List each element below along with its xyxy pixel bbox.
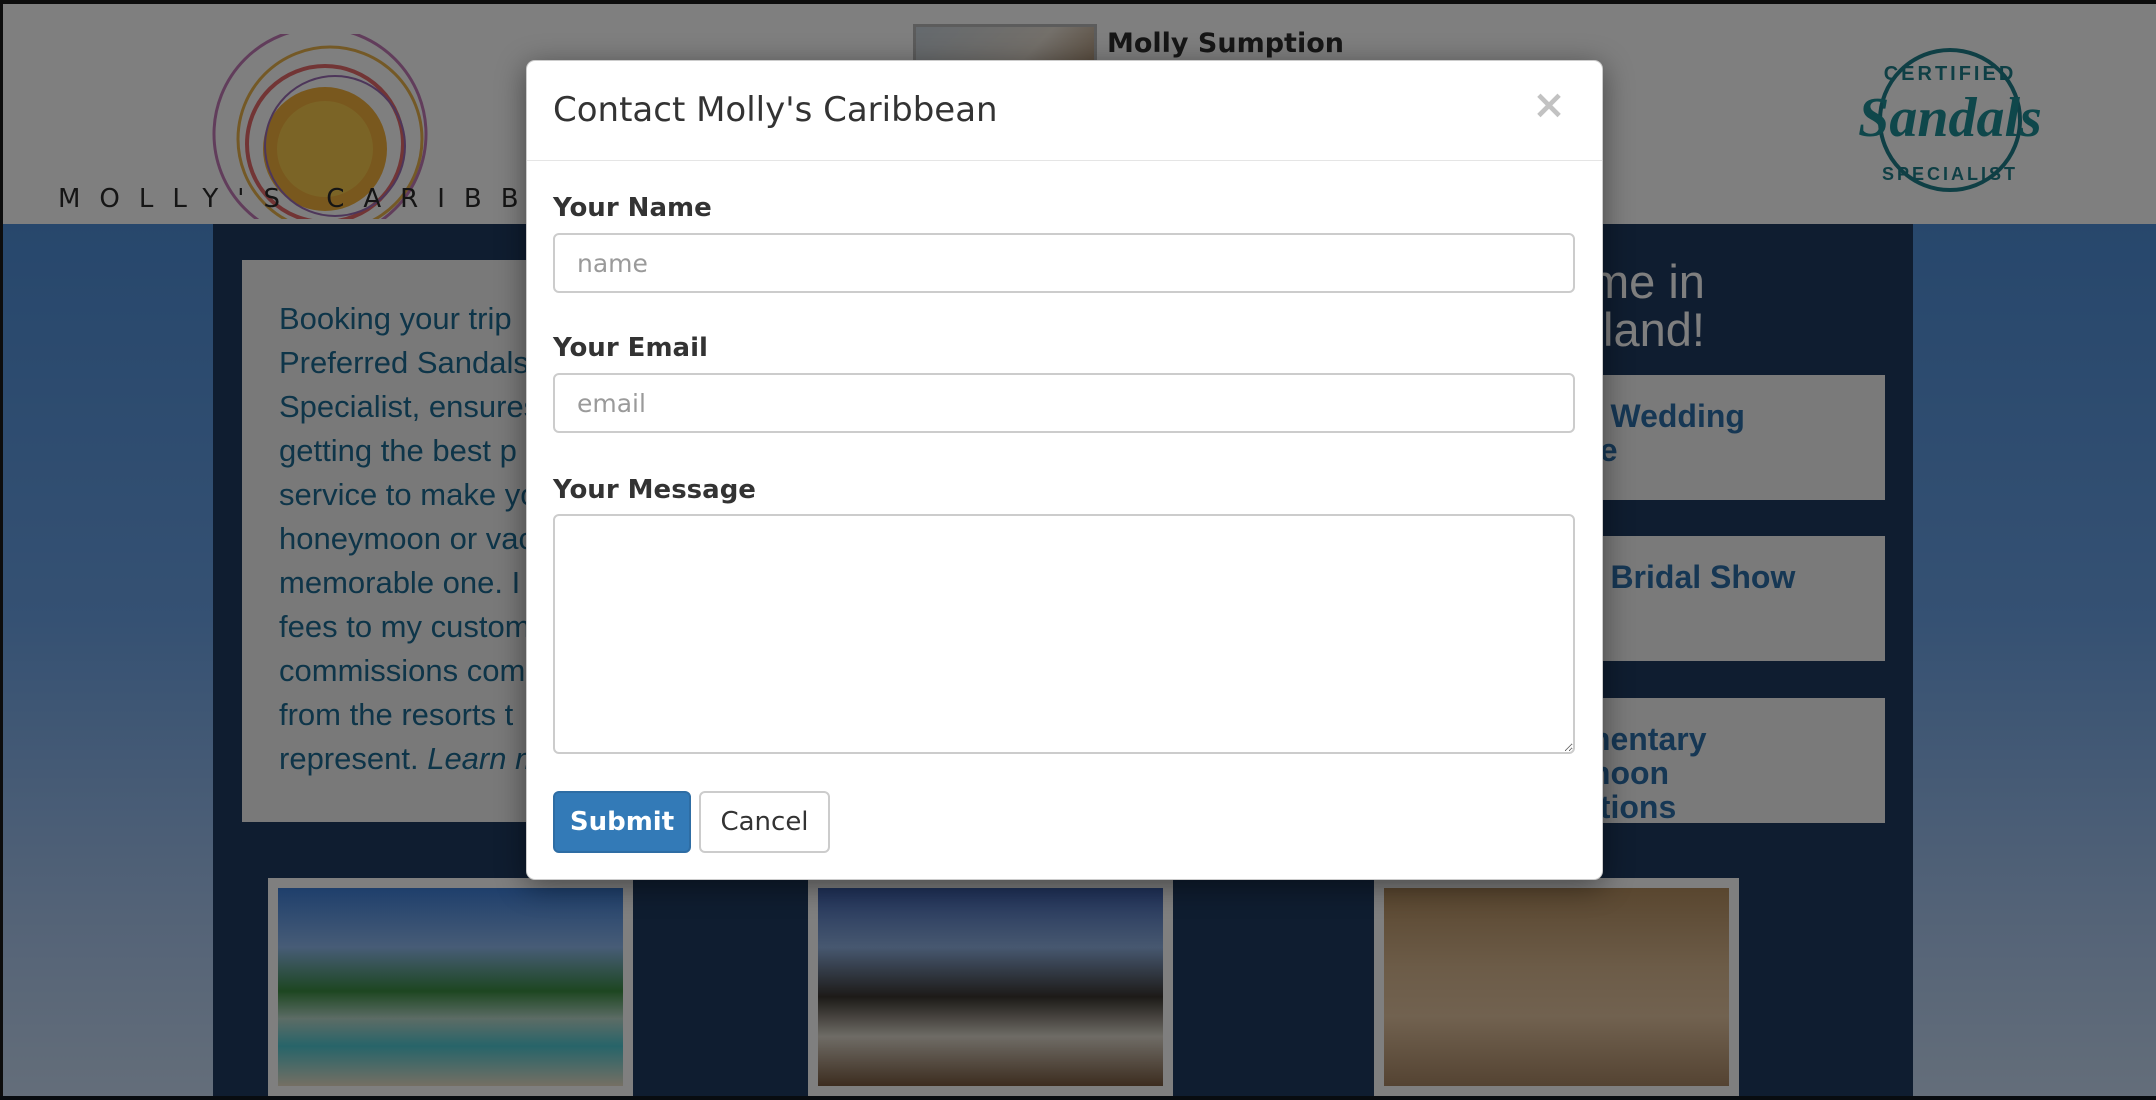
modal-header: Contact Molly's Caribbean × [527,61,1602,161]
close-icon[interactable]: × [1529,83,1569,127]
message-textarea[interactable] [553,514,1575,754]
contact-modal: Contact Molly's Caribbean × Your Name Yo… [526,60,1603,880]
email-input[interactable] [553,373,1575,433]
email-label: Your Email [553,333,708,363]
submit-button[interactable]: Submit [553,791,691,853]
message-label: Your Message [553,475,756,505]
modal-title: Contact Molly's Caribbean [553,90,998,130]
cancel-button[interactable]: Cancel [699,791,830,853]
name-input[interactable] [553,233,1575,293]
name-label: Your Name [553,193,712,223]
